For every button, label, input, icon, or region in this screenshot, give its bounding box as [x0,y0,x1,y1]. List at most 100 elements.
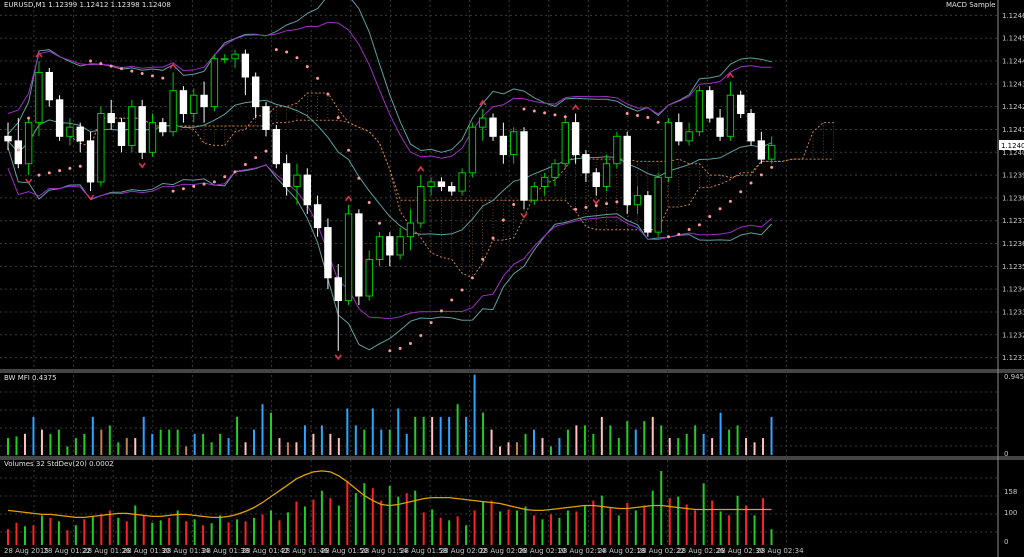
candle-body [375,236,384,260]
parabolic-sar-dot [223,175,227,179]
candle-body [509,131,518,156]
parabolic-sar-dot [140,72,144,76]
price-tick-label: 1.12355 [1002,263,1024,271]
parabolic-sar-dot [615,200,619,204]
price-tick-label: 1.12435 [1002,80,1024,88]
candle-body [448,186,456,192]
parabolic-sar-dot [347,148,351,152]
candle-body [726,94,735,137]
parabolic-sar-dot [656,120,660,124]
price-tick-label: 1.12385 [1002,194,1024,202]
price-tick-label: 1.12415 [1002,126,1024,134]
candle-body [747,113,755,142]
time-tick-label: 28 Aug 02:34 [756,547,804,555]
candle-body [293,174,301,187]
time-tick-label: 28 Aug 2015 [4,547,49,555]
parabolic-sar-dot [574,207,578,211]
parabolic-sar-dot [728,199,732,203]
candle-body [231,53,239,60]
parabolic-sar-dot [398,346,402,350]
volumes-scale-bottom: 0 [1004,538,1008,546]
parabolic-sar-dot [27,116,31,120]
candle-body [344,213,353,302]
candle-body [313,204,322,229]
candle-body [530,186,539,201]
parabolic-sar-dot [605,202,609,206]
parabolic-sar-dot [419,333,423,337]
parabolic-sar-dot [99,62,103,66]
price-tick-label: 1.12455 [1002,35,1024,43]
parabolic-sar-dot [181,187,185,191]
candle-body [221,58,229,61]
candle-body [602,163,611,187]
parabolic-sar-dot [408,342,412,346]
candle-body [35,71,43,124]
parabolic-sar-dot [78,164,82,168]
candle-body [66,126,74,137]
parabolic-sar-dot [460,288,464,292]
parabolic-sar-dot [274,48,278,52]
parabolic-sar-dot [295,56,299,60]
candle-body [334,277,342,302]
parabolic-sar-dot [326,92,330,96]
parabolic-sar-dot [759,173,763,177]
parabolic-sar-dot [439,309,443,313]
parabolic-sar-dot [584,205,588,209]
candle-body [561,122,569,165]
candle-body [138,106,146,153]
price-tick-label: 1.12445 [1002,58,1024,66]
mfi-panel-title: BW MFI 0.4375 [4,374,57,382]
candle-body [551,163,559,178]
candle-body [355,213,363,297]
candle-body [4,135,12,142]
parabolic-sar-dot [58,169,62,173]
parabolic-sar-dot [625,112,629,115]
price-tick-label: 1.12395 [1002,172,1024,180]
parabolic-sar-dot [770,165,774,169]
candle-body [664,122,673,178]
candle-body [654,176,662,233]
candle-body [86,140,95,183]
candle-body [76,126,84,142]
candle-body [520,131,528,201]
candle-body [282,163,291,187]
parabolic-sar-dot [233,170,237,174]
parabolic-sar-dot [171,189,175,193]
parabolic-sar-dot [150,74,154,78]
parabolic-sar-dot [708,215,712,219]
parabolic-sar-dot [481,257,485,261]
main-chart-title: EURUSD,M1 1.12399 1.12412 1.12398 1.1240… [4,1,171,9]
candle-body [55,99,64,137]
candle-body [767,144,776,160]
candle-body [107,113,115,124]
parabolic-sar-dot [677,232,681,236]
parabolic-sar-dot [378,221,382,225]
candle-body [117,122,126,146]
candle-body [324,227,332,279]
parabolic-sar-dot [450,298,454,302]
candle-body [592,172,600,187]
parabolic-sar-dot [532,109,536,113]
parabolic-sar-dot [739,190,743,194]
parabolic-sar-dot [429,321,433,325]
candle-body [685,131,693,142]
parabolic-sar-dot [89,59,93,63]
parabolic-sar-dot [316,76,320,80]
candle-body [633,195,642,206]
parabolic-sar-dot [285,50,289,54]
parabolic-sar-dot [212,180,216,184]
candle-body [458,172,466,192]
price-tick-label: 1.12345 [1002,286,1024,294]
candle-body [303,174,311,206]
volumes-scale-mid: 100 [1004,509,1017,517]
volumes-scale-top: 158 [1004,488,1017,496]
candle-body [716,117,724,137]
parabolic-sar-dot [646,115,650,119]
candle-body [582,154,590,174]
candle-body [169,90,177,133]
price-tick-label: 1.12315 [1002,354,1024,362]
parabolic-sar-dot [553,113,557,117]
parabolic-sar-dot [161,76,165,80]
parabolic-sar-dot [367,200,371,204]
candle-body [540,176,549,187]
